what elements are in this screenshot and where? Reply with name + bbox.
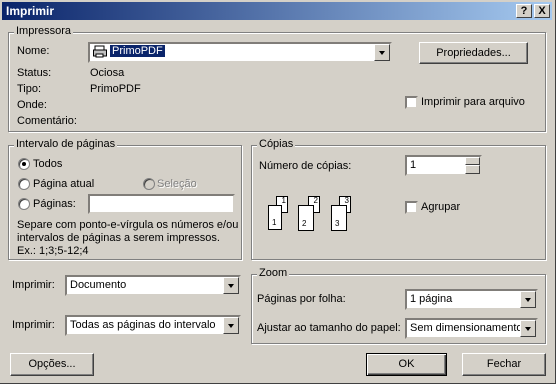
chevron-down-icon[interactable] — [520, 320, 536, 337]
collate-page-front: 1 — [268, 205, 282, 230]
status-value: Ociosa — [90, 67, 125, 79]
range-pages-label[interactable]: Páginas: — [33, 198, 76, 210]
copies-number-value: 1 — [410, 159, 417, 171]
type-label: Tipo: — [17, 83, 42, 95]
ok-button[interactable]: OK — [366, 353, 447, 376]
zoom-legend: Zoom — [257, 267, 290, 279]
window-title: Imprimir — [6, 4, 55, 18]
collate-checkbox[interactable] — [405, 201, 418, 214]
type-value: PrimoPDF — [90, 83, 141, 95]
chevron-down-icon[interactable] — [374, 44, 390, 61]
range-hint-line3: Ex.: 1;3;5-12;4 — [17, 245, 89, 257]
help-button[interactable]: ? — [516, 4, 532, 18]
page-range-legend: Intervalo de páginas — [14, 138, 118, 150]
print-what-label: Imprimir: — [12, 279, 55, 291]
print-what-select[interactable]: Documento — [65, 275, 241, 296]
scale-value: Sem dimensionamento — [410, 322, 523, 334]
pages-per-sheet-value: 1 página — [410, 293, 453, 305]
pages-per-sheet-select[interactable]: 1 página — [405, 289, 538, 310]
collate-page-front: 3 — [331, 205, 347, 231]
print-what-value: Documento — [70, 279, 127, 291]
scale-label: Ajustar ao tamanho do papel: — [257, 322, 401, 334]
spin-up-icon[interactable] — [465, 157, 480, 165]
chevron-down-icon[interactable] — [223, 317, 239, 334]
printer-name-label: Nome: — [17, 45, 50, 57]
printer-name-select[interactable]: PrimoPDF — [88, 42, 392, 63]
printer-legend: Impressora — [14, 25, 74, 37]
where-label: Onde: — [17, 99, 47, 111]
range-current-radio[interactable] — [18, 178, 30, 190]
comment-label: Comentário: — [17, 115, 77, 127]
range-selection-label: Seleção — [157, 178, 197, 190]
close-window-button[interactable]: X — [534, 4, 550, 18]
scale-select[interactable]: Sem dimensionamento — [405, 318, 538, 339]
properties-button[interactable]: Propriedades... — [419, 42, 528, 64]
spin-down-icon[interactable] — [465, 165, 480, 174]
print-dialog: Imprimir ? X Impressora Nome: PrimoPDF P… — [0, 0, 556, 384]
pages-per-sheet-label: Páginas por folha: — [257, 293, 346, 305]
print-to-file-label[interactable]: Imprimir para arquivo — [421, 96, 525, 108]
range-pages-radio[interactable] — [18, 198, 30, 210]
close-button[interactable]: Fechar — [462, 353, 546, 376]
collate-label[interactable]: Agrupar — [421, 201, 460, 213]
chevron-down-icon[interactable] — [223, 277, 239, 294]
range-all-radio[interactable] — [18, 158, 30, 170]
collate-page-front: 2 — [298, 205, 314, 231]
range-selection-radio — [143, 178, 155, 190]
copies-legend: Cópias — [257, 138, 296, 150]
range-current-label[interactable]: Página atual — [33, 178, 94, 190]
print-range-label: Imprimir: — [12, 319, 55, 331]
status-label: Status: — [17, 67, 52, 79]
range-all-label[interactable]: Todos — [33, 158, 62, 170]
options-button[interactable]: Opções... — [10, 353, 94, 376]
range-pages-input[interactable] — [88, 194, 235, 214]
printer-name-value: PrimoPDF — [110, 45, 165, 57]
range-hint-line1: Separe com ponto-e-vírgula os números e/… — [17, 219, 239, 231]
range-hint-line2: intervalos de páginas a serem impressos. — [17, 232, 220, 244]
copies-number-label: Número de cópias: — [259, 160, 352, 172]
print-range-select[interactable]: Todas as páginas do intervalo — [65, 315, 241, 336]
title-bar[interactable]: Imprimir ? X — [2, 2, 552, 20]
print-range-value: Todas as páginas do intervalo — [70, 319, 216, 331]
chevron-down-icon[interactable] — [520, 291, 536, 308]
print-to-file-checkbox[interactable] — [405, 96, 418, 109]
copies-number-input[interactable]: 1 — [405, 155, 482, 176]
printer-icon — [93, 45, 107, 58]
